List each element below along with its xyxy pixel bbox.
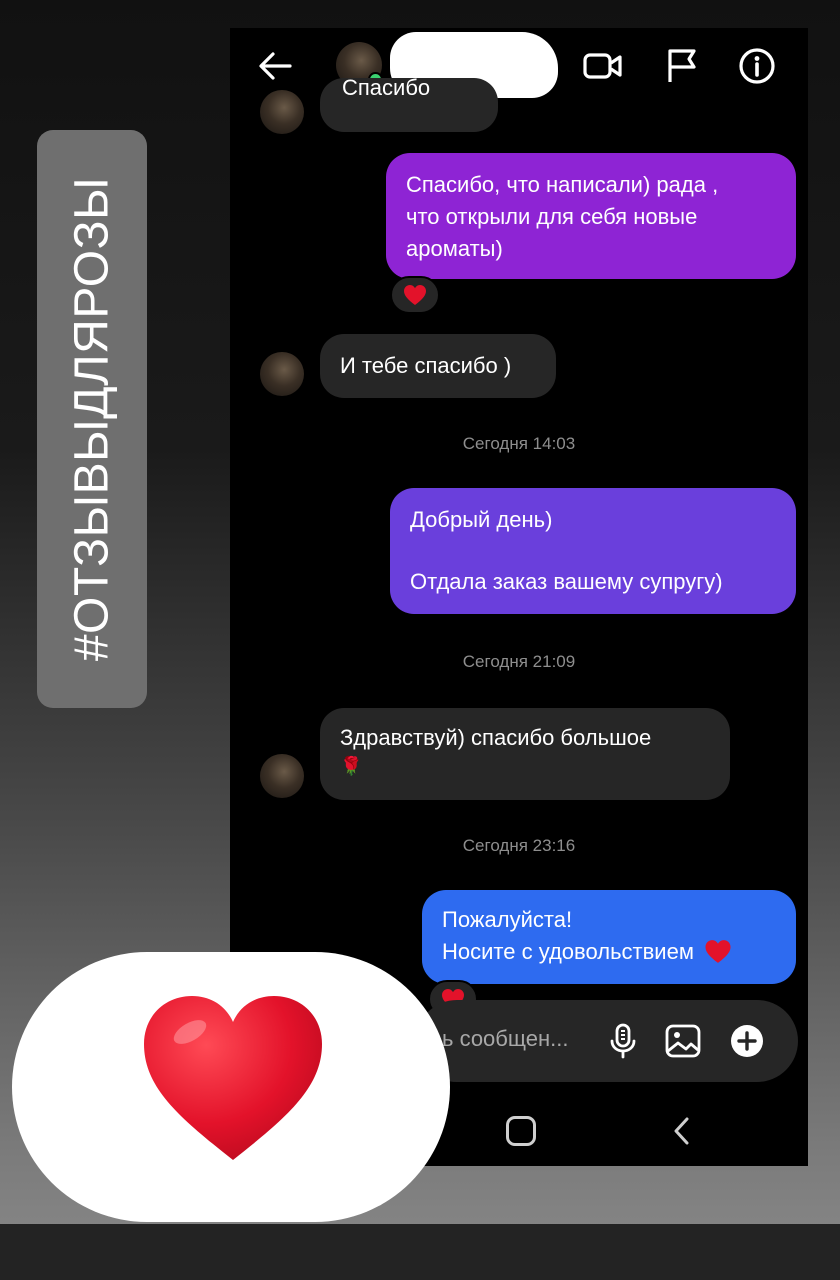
sender-avatar [260,754,304,798]
message-composer[interactable]: ь сообщен... [416,1000,798,1082]
bottom-bar [0,1224,840,1280]
gallery-icon[interactable] [664,1022,702,1060]
timestamp: Сегодня 23:16 [462,836,576,855]
incoming-message: Здравствуй) спасибо большое 🌹 [320,708,730,800]
incoming-message: И тебе спасибо ) [320,334,556,398]
plus-icon[interactable] [728,1022,766,1060]
nav-back-icon[interactable] [670,1114,694,1148]
microphone-icon[interactable] [604,1022,642,1060]
message-input[interactable]: ь сообщен... [442,1026,568,1052]
timestamp: Сегодня 21:09 [462,652,576,671]
arrow-left-icon[interactable] [256,46,296,86]
outgoing-message: Спасибо, что написали) рада , что открыл… [386,153,796,279]
incoming-message-partial: Спасибо [320,78,498,132]
heart-sticker [12,952,450,1222]
info-icon[interactable] [736,46,778,86]
outgoing-message: Пожалуйста! Носите с удовольствием [422,890,796,984]
heart-reaction-icon [404,285,426,305]
home-button-icon[interactable] [506,1116,536,1146]
video-camera-icon[interactable] [582,46,624,86]
timestamp: Сегодня 14:03 [462,434,576,453]
chat-header [230,28,808,106]
heart-emoji [705,940,731,963]
flag-icon[interactable] [662,46,704,86]
hashtag-text: #ОТЗЫВЫДЛЯРОЗЫ [65,176,119,662]
big-heart-icon [144,996,322,1160]
sender-avatar [260,352,304,396]
message-reaction[interactable] [390,276,440,314]
outgoing-message: Добрый день) Отдала заказ вашему супругу… [390,488,796,614]
sender-avatar [260,90,304,134]
